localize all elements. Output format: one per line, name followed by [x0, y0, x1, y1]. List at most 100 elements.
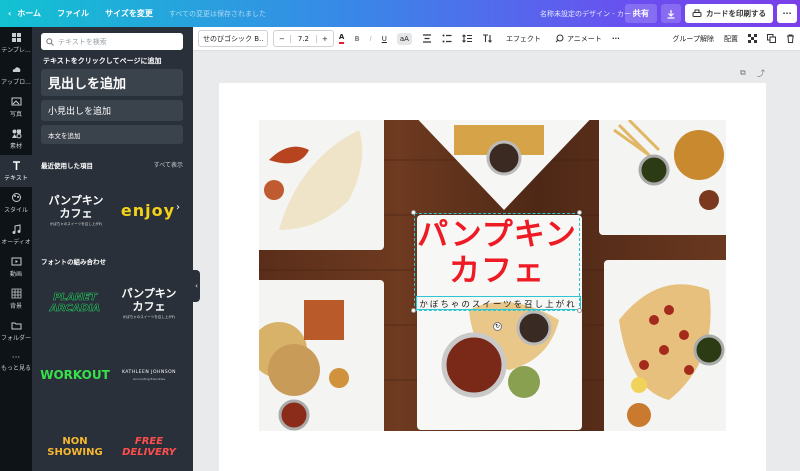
case-button[interactable]: aA	[392, 27, 417, 51]
rail-item-folder[interactable]: フォルダー	[0, 315, 32, 347]
font-name: せのびゴシック B...	[203, 34, 263, 43]
transparency-button[interactable]	[743, 27, 762, 51]
tile-main-text: パンプキン カフェ	[48, 193, 104, 220]
duplicate-button[interactable]	[762, 27, 781, 51]
resize-handle-br[interactable]	[577, 308, 582, 313]
home-button[interactable]: ‹ ホーム	[0, 0, 49, 27]
rotate-handle[interactable]: ↻	[493, 322, 502, 331]
audio-icon	[12, 224, 20, 234]
rail-item-templates[interactable]: テンプレ...	[0, 27, 32, 59]
trash-icon	[787, 34, 794, 43]
collapse-panel-handle[interactable]: ‹	[193, 270, 200, 302]
print-card-button[interactable]: カードを印刷する	[685, 4, 773, 23]
font-family-select[interactable]: せのびゴシック B...	[198, 30, 268, 47]
add-body-button[interactable]: 本文を追加	[41, 125, 183, 144]
combo-tile-workout[interactable]: WORKOUT	[40, 347, 110, 403]
align-center-icon	[422, 34, 431, 43]
rail-label: テンプレ...	[1, 47, 31, 54]
list-button[interactable]	[437, 27, 457, 51]
add-page-icon[interactable]: ⤴	[757, 68, 765, 79]
animate-label: アニメート	[566, 34, 602, 43]
top-bar: ‹ ホーム ファイル サイズを変更 すべての変更は保存されました 名称未設定のデ…	[0, 0, 800, 27]
delete-button[interactable]	[781, 27, 800, 51]
combo-tile-free-delivery[interactable]: FREE DELIVERY	[114, 423, 184, 471]
rail-label: もっと見る	[0, 364, 31, 372]
rail-label: 動画	[9, 271, 22, 278]
tile-main-text: PLANET ARCADIA	[49, 292, 101, 315]
italic-button[interactable]: I	[365, 27, 377, 51]
rail-item-text[interactable]: テキスト	[0, 155, 32, 187]
editor-toolbar: せのびゴシック B... − 7.2 + A B I U aA エフェクト アニ…	[193, 27, 800, 51]
combo-tile-planet-arcadia[interactable]: PLANET ARCADIA	[40, 275, 110, 331]
left-rail: テンプレ... アップロ... 写真 素材 テキスト スタイル オーディオ 動画…	[0, 27, 32, 471]
more-menu-button[interactable]: ···	[777, 4, 797, 23]
text-color-button[interactable]: A	[334, 27, 349, 51]
case-label: aA	[396, 32, 412, 45]
tile-main-text: enjoy	[120, 200, 176, 220]
font-size-value[interactable]: 7.2	[289, 34, 318, 43]
resize-menu[interactable]: サイズを変更	[97, 0, 161, 27]
tagline-text[interactable]: かぼちゃのスイーツを召し上がれ	[418, 298, 578, 310]
toolbar-more-button[interactable]: ···	[607, 27, 625, 51]
resize-handle-bl[interactable]	[411, 308, 416, 313]
text-panel: テキストを検索 テキストをクリックしてページに追加 見出しを追加 小見出しを追加…	[32, 27, 193, 471]
animate-button[interactable]: アニメート	[550, 27, 607, 51]
combo-tile-pumpkin[interactable]: パンプキン カフェ かぼちゃのスイーツを召し上がれ	[114, 275, 184, 331]
spacing-button[interactable]	[457, 27, 477, 51]
recent-section-title: 最近使用した項目	[41, 162, 93, 170]
copy-page-icon[interactable]: ⧉	[740, 68, 746, 78]
rail-item-more[interactable]: ··· もっと見る	[0, 347, 32, 379]
elements-icon	[11, 129, 21, 139]
add-heading-button[interactable]: 見出しを追加	[41, 69, 183, 96]
tile-main-text: パンプキン カフェ	[121, 286, 177, 313]
rail-item-video[interactable]: 動画	[0, 251, 32, 283]
rail-item-background[interactable]: 背景	[0, 283, 32, 315]
share-button[interactable]: 共有	[625, 4, 657, 23]
recent-tile-pumpkin[interactable]: パンプキン カフェ かぼちゃのスイーツを召し上がれ	[42, 182, 110, 238]
rail-label: 写真	[9, 111, 22, 118]
text-color-icon: A	[338, 33, 345, 44]
print-label: カードを印刷する	[706, 9, 766, 18]
rail-item-elements[interactable]: 素材	[0, 123, 32, 155]
photo-icon	[11, 97, 21, 106]
download-button[interactable]	[661, 4, 681, 23]
chevron-right-icon[interactable]: ›	[176, 202, 180, 213]
rail-item-styles[interactable]: スタイル	[0, 187, 32, 219]
add-heading-label: 見出しを追加	[48, 77, 127, 92]
ungroup-button[interactable]: グループ解除	[667, 27, 719, 51]
file-menu[interactable]: ファイル	[49, 0, 97, 27]
tile-main-text: WORKOUT	[40, 368, 110, 382]
recent-tile-enjoy[interactable]: enjoy	[114, 182, 182, 238]
transparency-icon	[748, 34, 757, 43]
folder-icon	[11, 322, 21, 330]
increase-size-button[interactable]: +	[317, 35, 333, 43]
combo-tile-kathleen[interactable]: KATHLEEN JOHNSON Accounting Executive	[114, 347, 184, 403]
save-status: すべての変更は保存されました	[168, 9, 267, 18]
vertical-text-button[interactable]	[477, 27, 497, 51]
combo-tile-non-showing[interactable]: NON SHOWING	[40, 423, 110, 471]
document-title[interactable]: 名称未設定のデザイン - カード	[540, 0, 638, 27]
font-size-stepper[interactable]: − 7.2 +	[273, 30, 334, 47]
rail-label: オーディオ	[1, 239, 31, 246]
rail-item-photos[interactable]: 写真	[0, 91, 32, 123]
combos-section-title: フォントの組み合わせ	[41, 258, 106, 266]
see-all-link[interactable]: すべて表示	[154, 160, 183, 169]
resize-handle-tl[interactable]	[411, 210, 416, 215]
resize-handle-tr[interactable]	[577, 210, 582, 215]
effects-button[interactable]: エフェクト	[501, 27, 546, 51]
rail-label: 素材	[9, 143, 22, 150]
align-button[interactable]	[417, 27, 437, 51]
bold-button[interactable]: B	[349, 27, 364, 51]
underline-button[interactable]: U	[377, 27, 392, 51]
home-label: ホーム	[17, 9, 42, 18]
text-search-box[interactable]: テキストを検索	[41, 33, 183, 50]
add-subheading-button[interactable]: 小見出しを追加	[41, 100, 183, 121]
rail-item-audio[interactable]: オーディオ	[0, 219, 32, 251]
headline-text[interactable]: パンプキン カフェ	[414, 217, 580, 289]
arrange-button[interactable]: 配置	[719, 27, 743, 51]
decrease-size-button[interactable]: −	[274, 35, 290, 43]
search-input[interactable]: テキストを検索	[58, 37, 107, 47]
rail-item-uploads[interactable]: アップロ...	[0, 59, 32, 91]
list-icon	[442, 34, 452, 43]
tile-main-text: FREE DELIVERY	[122, 436, 176, 458]
